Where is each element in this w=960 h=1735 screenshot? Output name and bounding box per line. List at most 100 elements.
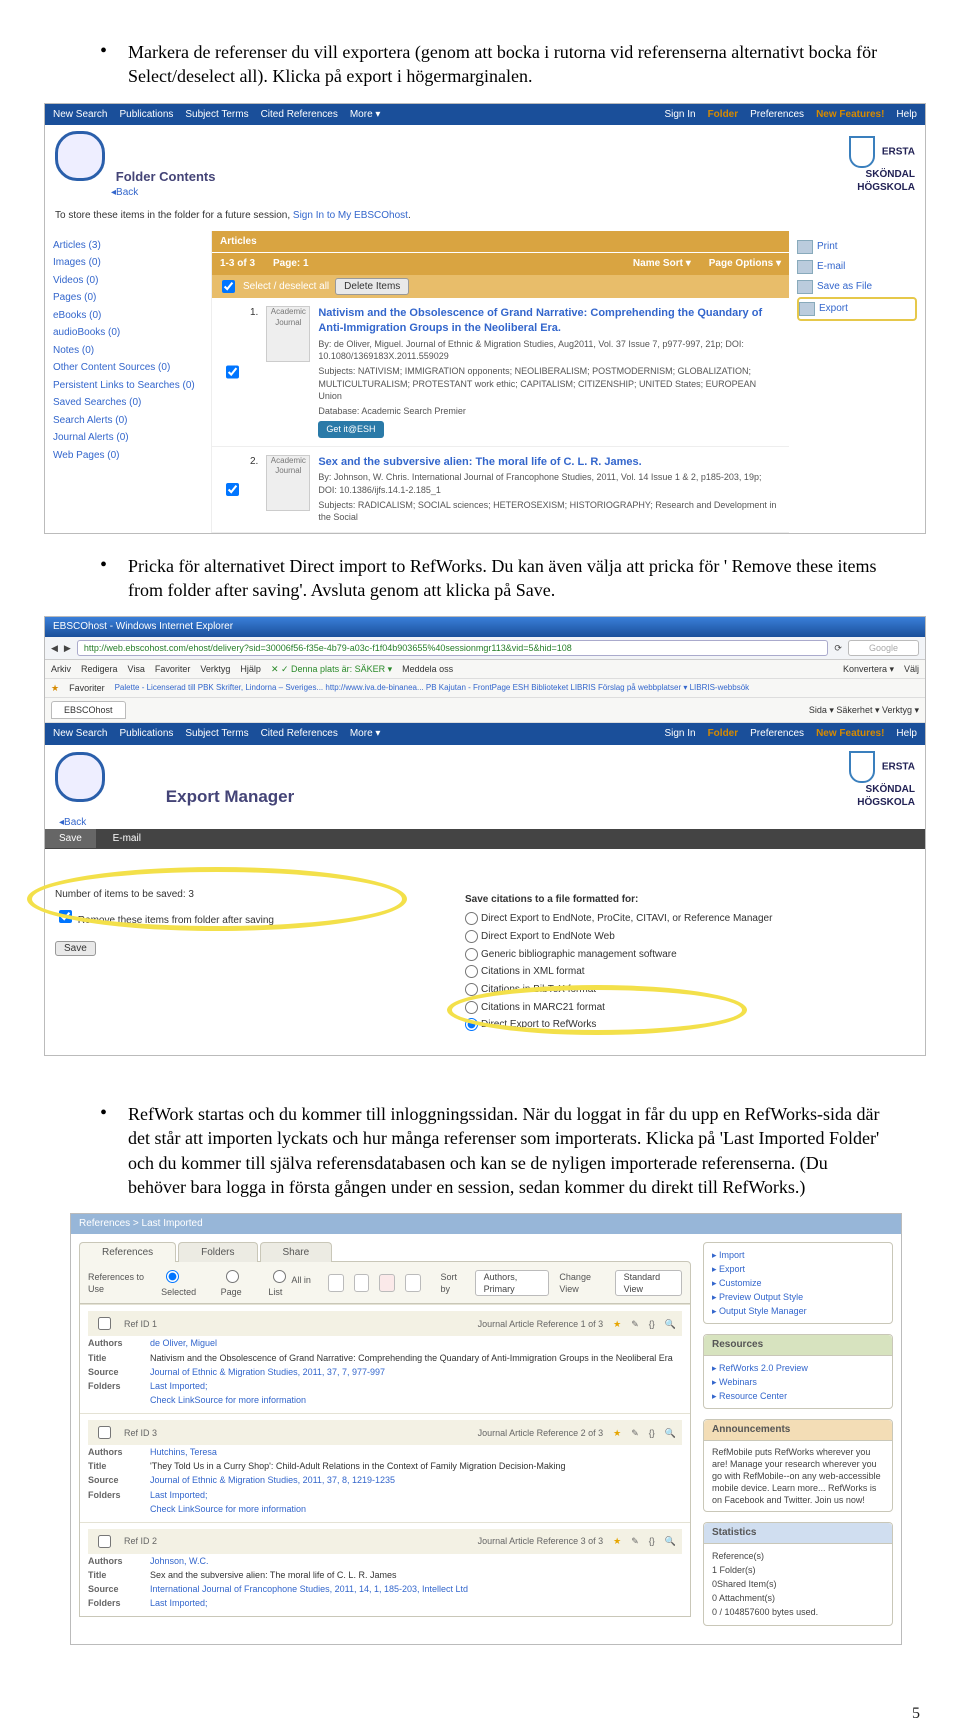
tool-export[interactable]: Export: [797, 297, 917, 321]
edit-icon[interactable]: ✎: [631, 1427, 639, 1439]
format-option[interactable]: Direct Export to EndNote, ProCite, CITAV…: [465, 910, 915, 928]
valj[interactable]: Välj: [904, 663, 919, 675]
back-icon[interactable]: ◀: [51, 642, 58, 654]
ref-checkbox[interactable]: [98, 1535, 111, 1548]
sidebar-item[interactable]: Articles (3): [53, 237, 203, 255]
nav-sign-in[interactable]: Sign In: [664, 108, 695, 122]
sidebar-item[interactable]: Pages (0): [53, 289, 203, 307]
nav-new-search[interactable]: New Search: [53, 108, 107, 122]
folder-icon[interactable]: [328, 1274, 344, 1292]
print-icon[interactable]: [405, 1274, 421, 1292]
notify-link[interactable]: Meddela oss: [402, 663, 453, 675]
tab-right-tools[interactable]: Sida ▾ Säkerhet ▾ Verktyg ▾: [809, 704, 919, 716]
sidebar-item[interactable]: Journal Alerts (0): [53, 429, 203, 447]
linksource-link[interactable]: Check LinkSource for more information: [150, 1395, 306, 1405]
menu-item[interactable]: Redigera: [81, 663, 118, 675]
nav-new-features[interactable]: New Features!: [816, 108, 884, 122]
back-link[interactable]: ◂Back: [59, 816, 925, 830]
resource-link[interactable]: ▸ Resource Center: [712, 1389, 884, 1403]
nav-cited-references[interactable]: Cited References: [261, 108, 338, 122]
select-all-label[interactable]: Select / deselect all: [243, 280, 329, 294]
nav-more[interactable]: More ▾: [350, 108, 381, 122]
view-select[interactable]: Standard View: [615, 1270, 682, 1296]
author-link[interactable]: de Oliver, Miguel: [150, 1338, 217, 1348]
sidebar-item[interactable]: Videos (0): [53, 272, 203, 290]
menu-item[interactable]: Visa: [128, 663, 145, 675]
quick-link[interactable]: ▸ Import: [712, 1248, 884, 1262]
star-icon[interactable]: ★: [613, 1427, 621, 1439]
source-link[interactable]: Journal of Ethnic & Migration Studies, 2…: [150, 1367, 385, 1377]
quick-link[interactable]: ▸ Export: [712, 1262, 884, 1276]
signin-link[interactable]: Sign In to My EBSCOhost: [293, 210, 408, 221]
sort-menu[interactable]: Name Sort ▾: [633, 257, 691, 271]
folder-link[interactable]: Last Imported;: [150, 1381, 208, 1391]
page-options-menu[interactable]: Page Options ▾: [709, 257, 781, 271]
nav-publications[interactable]: Publications: [119, 108, 173, 122]
sidebar-item[interactable]: Search Alerts (0): [53, 412, 203, 430]
tab-email[interactable]: E-mail: [99, 829, 155, 848]
nav-help[interactable]: Help: [896, 108, 917, 122]
sidebar-item[interactable]: Persistent Links to Searches (0): [53, 377, 203, 395]
edit-icon[interactable]: ✎: [631, 1535, 639, 1547]
article-title[interactable]: Nativism and the Obsolescence of Grand N…: [318, 306, 779, 336]
back-link[interactable]: ◂Back: [111, 187, 138, 198]
nav-subject-terms[interactable]: Subject Terms: [185, 108, 248, 122]
sidebar-item[interactable]: Web Pages (0): [53, 447, 203, 465]
sidebar-item[interactable]: Other Content Sources (0): [53, 359, 203, 377]
resource-link[interactable]: ▸ RefWorks 2.0 Preview: [712, 1361, 884, 1375]
tab-folders[interactable]: Folders: [178, 1242, 257, 1263]
tab-references[interactable]: References: [79, 1242, 176, 1263]
search-box[interactable]: Google: [848, 640, 919, 656]
cite-icon[interactable]: {}: [649, 1427, 655, 1439]
tab-save[interactable]: Save: [45, 829, 96, 848]
sidebar-item[interactable]: audioBooks (0): [53, 324, 203, 342]
tool-print[interactable]: Print: [797, 237, 917, 257]
delete-items-button[interactable]: Delete Items: [335, 278, 409, 296]
favorites-links[interactable]: Palette - Licenserad till PBK Skrifter, …: [115, 683, 750, 694]
quick-link[interactable]: ▸ Preview Output Style: [712, 1290, 884, 1304]
zoom-icon[interactable]: 🔍: [665, 1535, 676, 1547]
use-selected[interactable]: [166, 1270, 179, 1283]
select-all-checkbox[interactable]: [222, 280, 235, 293]
format-option[interactable]: Generic bibliographic management softwar…: [465, 946, 915, 964]
tool-email[interactable]: E-mail: [797, 257, 917, 277]
delete-icon[interactable]: [379, 1274, 395, 1292]
nav-preferences[interactable]: Preferences: [750, 108, 804, 122]
resource-link[interactable]: ▸ Webinars: [712, 1375, 884, 1389]
article-checkbox[interactable]: [226, 309, 239, 434]
menu-item[interactable]: Favoriter: [155, 663, 191, 675]
use-page[interactable]: [226, 1270, 239, 1283]
quick-link[interactable]: ▸ Customize: [712, 1276, 884, 1290]
refresh-icon[interactable]: ⟳: [834, 642, 842, 654]
url-field[interactable]: http://web.ebscohost.com/ehost/delivery?…: [77, 640, 829, 656]
sidebar-item[interactable]: Notes (0): [53, 342, 203, 360]
menu-item[interactable]: Arkiv: [51, 663, 71, 675]
get-it-button[interactable]: Get it@ESH: [318, 421, 383, 437]
new-icon[interactable]: [354, 1274, 370, 1292]
format-option[interactable]: Direct Export to EndNote Web: [465, 928, 915, 946]
browser-tab[interactable]: EBSCOhost: [51, 701, 126, 719]
tool-save[interactable]: Save as File: [797, 277, 917, 297]
nav-folder[interactable]: Folder: [708, 108, 739, 122]
star-icon[interactable]: ★: [613, 1318, 621, 1330]
article-checkbox[interactable]: [226, 458, 239, 521]
cite-icon[interactable]: {}: [649, 1535, 655, 1547]
menu-item[interactable]: Verktyg: [200, 663, 230, 675]
menu-item[interactable]: Hjälp: [240, 663, 261, 675]
forward-icon[interactable]: ▶: [64, 642, 71, 654]
zoom-icon[interactable]: 🔍: [665, 1427, 676, 1439]
quick-link[interactable]: ▸ Output Style Manager: [712, 1304, 884, 1318]
ref-checkbox[interactable]: [98, 1426, 111, 1439]
cite-icon[interactable]: {}: [649, 1318, 655, 1330]
star-icon[interactable]: ★: [613, 1535, 621, 1547]
zoom-icon[interactable]: 🔍: [665, 1318, 676, 1330]
sort-select[interactable]: Authors, Primary: [475, 1270, 550, 1296]
article-title[interactable]: Sex and the subversive alien: The moral …: [318, 455, 779, 470]
ref-checkbox[interactable]: [98, 1317, 111, 1330]
sidebar-item[interactable]: Images (0): [53, 254, 203, 272]
sidebar-item[interactable]: Saved Searches (0): [53, 394, 203, 412]
konvertera[interactable]: Konvertera ▾: [843, 663, 894, 675]
save-button[interactable]: Save: [55, 941, 96, 956]
edit-icon[interactable]: ✎: [631, 1318, 639, 1330]
use-all[interactable]: [273, 1270, 286, 1283]
